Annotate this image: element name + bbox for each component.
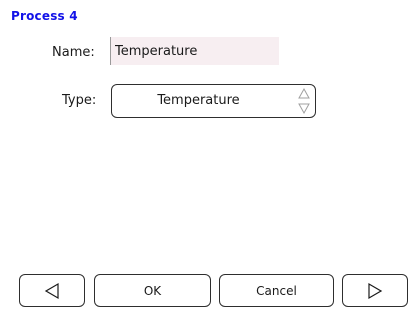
name-input[interactable]: [110, 37, 279, 65]
page-title: Process 4: [11, 9, 78, 23]
cancel-button[interactable]: Cancel: [219, 274, 334, 307]
type-select[interactable]: Temperature: [111, 84, 316, 118]
triangle-left-icon: [44, 282, 59, 299]
next-button[interactable]: [342, 274, 408, 307]
ok-button[interactable]: OK: [94, 274, 211, 307]
triangle-right-icon: [368, 282, 383, 299]
type-label: Type:: [62, 93, 97, 108]
up-down-arrows-icon: [298, 87, 310, 115]
type-select-value: Temperature: [157, 93, 240, 108]
name-label: Name:: [52, 45, 95, 60]
previous-button[interactable]: [19, 274, 85, 307]
